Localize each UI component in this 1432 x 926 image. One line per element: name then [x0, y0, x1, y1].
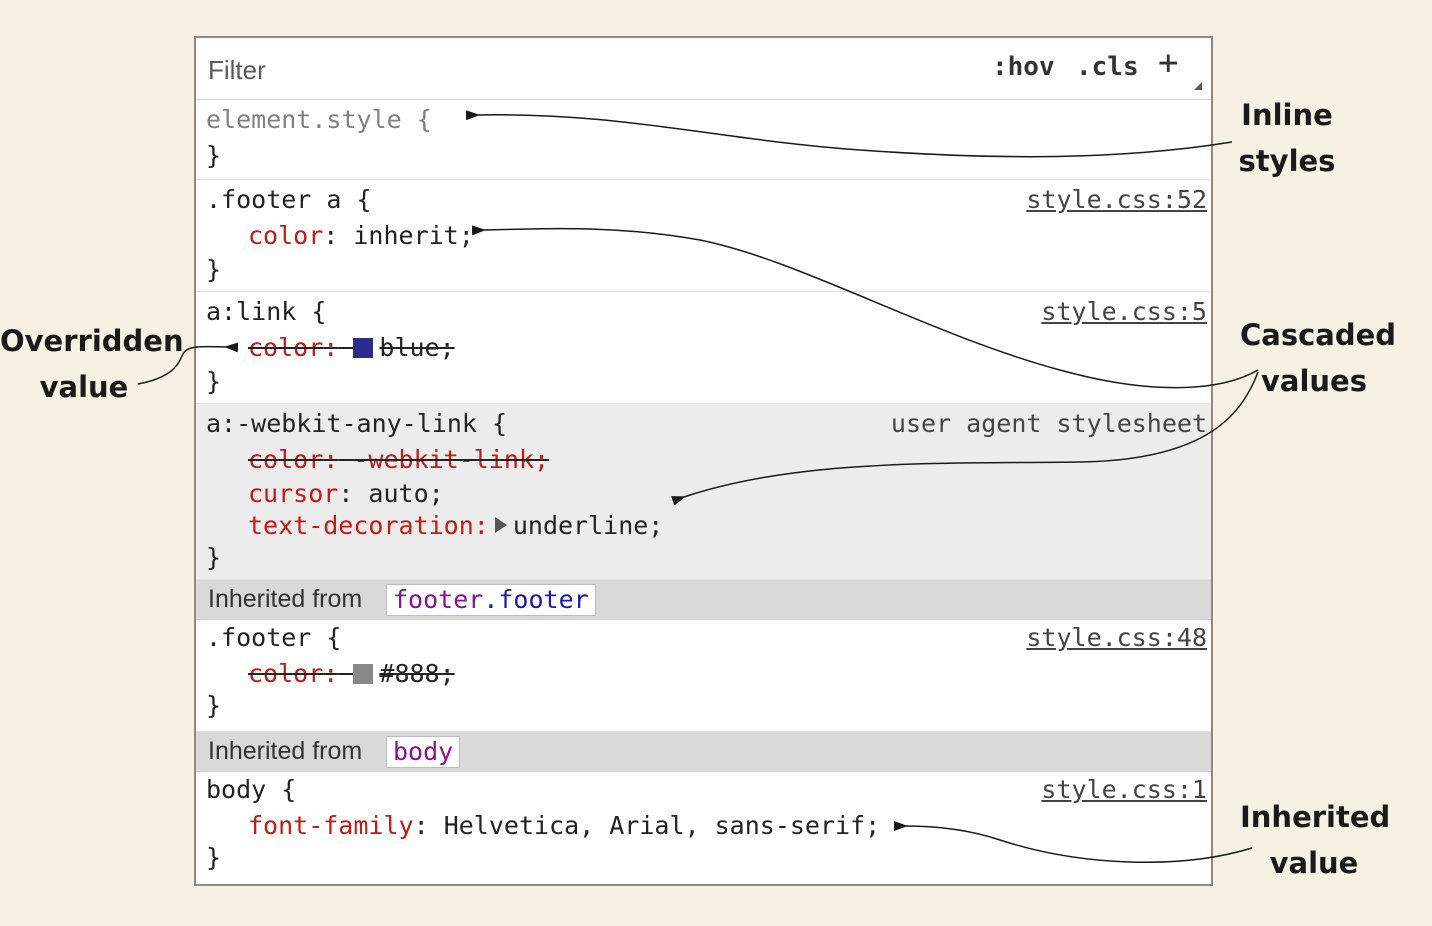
arrow-inherited-value: [893, 820, 1253, 863]
arrow-overridden-value: [137, 342, 239, 385]
callout-arrows: [137, 110, 1259, 863]
arrow-cascaded-text-decoration: [671, 371, 1259, 506]
arrow-cascaded-footer-a: [471, 225, 1259, 389]
arrow-inline-styles: [465, 110, 1233, 158]
